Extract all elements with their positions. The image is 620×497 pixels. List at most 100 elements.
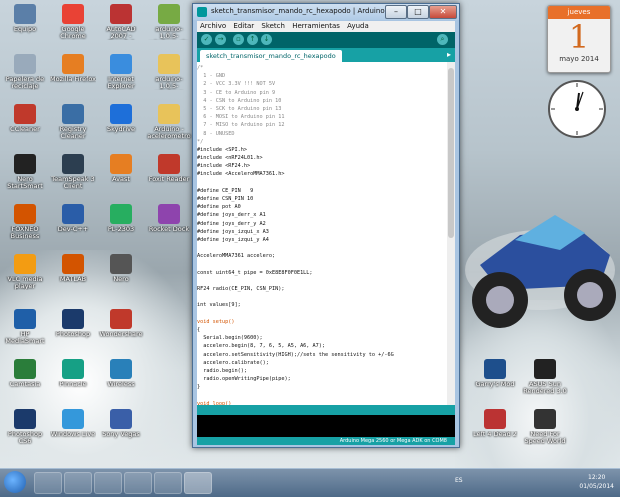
code-text[interactable]: /* 1 - GND 2 - VCC 3.3V !!! NOT 5V 3 - C… [197,64,394,405]
tab-sketch[interactable]: sketch_transmisor_mando_rc_hexapodo [200,50,342,62]
close-button[interactable]: ✕ [429,5,457,19]
desktop-icon-label: Camtasia [9,381,41,388]
taskbar-arduino-window-icon[interactable] [184,472,212,494]
desktop-icon-label: Registry Cleaner [59,126,87,140]
code-editor[interactable]: /* 1 - GND 2 - VCC 3.3V !!! NOT 5V 3 - C… [197,62,447,405]
desktop-icon[interactable]: Camtasia [2,359,48,395]
code-line: #include <SPI.h> [197,146,247,153]
desktop-icon[interactable]: Left 4 Dead 2 [472,409,518,445]
tab-menu-arrow-icon[interactable]: ▸ [447,50,451,59]
code-line: 1 - GND [197,73,226,80]
clock-gadget[interactable] [546,78,608,140]
desktop-icon[interactable]: Equipo [2,4,48,40]
title-bar[interactable]: sketch_transmisor_mando_rc_hexapodo | Ar… [193,4,459,20]
desktop-icon-label: Rocket Dock [148,226,190,233]
verify-icon[interactable]: ✓ [201,34,212,45]
open-icon[interactable]: ↑ [247,34,258,45]
desktop-icon[interactable]: Wondershare [98,309,144,345]
code-line: #include <nRF24L01.h> [197,155,263,162]
taskbar-explorer-icon[interactable] [34,472,62,494]
desktop-icon[interactable]: CCleaner [2,104,48,140]
desktop-icon[interactable]: Sony Vegas [98,409,144,445]
desktop-icon[interactable]: Nero [98,254,144,290]
desktop-icon-label: Garry's Mod [475,381,515,388]
desktop-icon[interactable]: Internet Explorer [98,54,144,90]
taskbar-skype-icon[interactable] [124,472,152,494]
minimize-button[interactable]: – [385,5,407,19]
desktop-app-icon [158,4,180,24]
menu-sketch[interactable]: Sketch [261,22,285,30]
menu-bar: Archivo Editar Sketch Herramientas Ayuda [197,21,455,32]
desktop-app-icon [14,54,36,74]
desktop-icon[interactable]: TeamSpeak 3 Client [50,154,96,190]
arduino-window[interactable]: sketch_transmisor_mando_rc_hexapodo | Ar… [192,3,460,448]
desktop-icon[interactable]: arduino-1.0.5-windows [146,54,192,90]
taskbar-media-icon[interactable] [64,472,92,494]
desktop-icon[interactable]: Avast [98,154,144,190]
desktop-icon-label: Nero StartSmart [7,176,43,190]
system-clock[interactable]: 12:20 01/05/2014 [579,473,614,491]
desktop-icon-label: CCleaner [10,126,40,133]
desktop-icon[interactable]: HP MediaSmart [2,309,48,345]
desktop-icon[interactable]: Foxit Reader [146,154,192,190]
desktop-icon-label: Nero [113,276,129,283]
code-line: RF24 radio(CE_PIN, CSN_PIN); [197,286,285,293]
desktop-icon[interactable]: Mozilla Firefox [50,54,96,90]
scrollbar-thumb[interactable] [448,68,454,238]
code-line: #define CSN_PIN 10 [197,196,254,202]
menu-ayuda[interactable]: Ayuda [347,22,369,30]
desktop-icon[interactable]: Windows Live [50,409,96,445]
desktop-app-icon [62,254,84,274]
desktop-icon[interactable]: Registry Cleaner [50,104,96,140]
save-icon[interactable]: ↓ [261,34,272,45]
desktop-icon[interactable]: FOXNEO Business [2,204,48,240]
start-button[interactable] [4,471,26,493]
desktop-icon[interactable]: Papelera de reciclaje [2,54,48,90]
menu-archivo[interactable]: Archivo [200,22,226,30]
desktop-icon[interactable]: Garry's Mod [472,359,518,395]
desktop-icon[interactable]: Nero StartSmart [2,154,48,190]
desktop-icon[interactable]: PL-2303 [98,204,144,240]
desktop-icon[interactable]: Rocket Dock [146,204,192,240]
code-line: #include <RF24.h> [197,163,251,170]
wallpaper-truck [465,215,616,328]
maximize-button[interactable]: □ [407,5,429,19]
desktop-app-icon [62,104,84,124]
calendar-gadget[interactable]: jueves 1 mayo 2014 [547,5,611,73]
code-line: 2 - VCC 3.3V !!! NOT 5V [197,81,276,88]
desktop-icon-label: Papelera de reciclaje [5,76,45,90]
desktop-icon-label: PL-2303 [107,226,135,233]
desktop-icon[interactable]: Arduino - acelerometro [146,104,192,140]
new-icon[interactable]: ▫ [233,34,244,45]
desktop-app-icon [110,309,132,329]
desktop-icon[interactable]: ASUS Sun Rendered 3.0 [522,359,568,395]
desktop-icon[interactable]: arduino-1.0.5-windows.zip [146,4,192,40]
desktop-icon-label: Foxit Reader [148,176,190,183]
menu-editar[interactable]: Editar [233,22,254,30]
desktop-icon[interactable]: MATLAB [50,254,96,290]
desktop-icon[interactable]: Wireless [98,359,144,395]
desktop-icon[interactable]: Dev-C++ [50,204,96,240]
code-line: radio.begin(); [197,367,247,374]
taskbar-chrome-icon[interactable] [154,472,182,494]
desktop-app-icon [14,254,36,274]
taskbar-arduino-icon[interactable] [94,472,122,494]
serial-monitor-icon[interactable]: ⌕ [437,34,448,45]
desktop-icon-label: Photoshop [55,331,91,338]
desktop-icon[interactable]: AutoCAD 2007 - Español [98,4,144,40]
desktop-icon[interactable]: Skydrive [98,104,144,140]
code-line: accelero.calibrate(); [197,359,269,366]
language-indicator[interactable]: ES [455,477,463,484]
desktop-app-icon [484,359,506,379]
desktop-icon[interactable]: Need For Speed World [522,409,568,445]
desktop-icon[interactable]: Photoshop CS6 [2,409,48,445]
menu-herramientas[interactable]: Herramientas [292,22,340,30]
editor-scrollbar[interactable] [447,62,455,405]
desktop-icon[interactable]: Photoshop [50,309,96,345]
desktop-icon[interactable]: VLC media player [2,254,48,290]
desktop-icon[interactable]: Pinnacle [50,359,96,395]
upload-icon[interactable]: → [215,34,226,45]
desktop-icon[interactable]: Google Chrome [50,4,96,40]
